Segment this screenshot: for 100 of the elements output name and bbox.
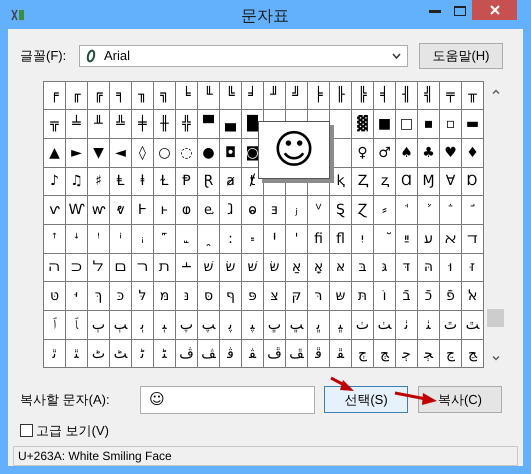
character-cell[interactable]: ꜜ: [66, 224, 87, 253]
character-cell[interactable]: ▲: [44, 138, 65, 167]
character-cell[interactable]: ●: [198, 138, 219, 167]
character-cell[interactable]: ﭰ: [308, 340, 329, 368]
character-cell[interactable]: ╝: [286, 82, 307, 110]
select-button[interactable]: 선택(S): [324, 386, 408, 413]
character-cell[interactable]: ╓: [66, 82, 87, 110]
character-cell[interactable]: ╦: [44, 110, 65, 138]
character-cell[interactable]: שּׁ: [242, 254, 263, 282]
character-cell[interactable]: ꜗ: [396, 196, 417, 224]
character-cell[interactable]: ╠: [352, 82, 373, 110]
character-cell[interactable]: ﭧ: [110, 340, 131, 368]
copy-input-field[interactable]: ☺: [140, 386, 315, 414]
character-cell[interactable]: Ꞌ: [264, 224, 285, 253]
character-cell[interactable]: ףּ: [220, 282, 241, 310]
character-cell[interactable]: ꞈ: [198, 224, 219, 253]
character-cell[interactable]: ﭶ: [440, 340, 461, 368]
character-cell[interactable]: ▬: [462, 110, 483, 138]
character-cell[interactable]: ▼: [88, 138, 109, 167]
character-cell[interactable]: סּ: [198, 282, 219, 310]
character-cell[interactable]: ךּ: [88, 282, 109, 310]
character-cell[interactable]: ▀: [198, 110, 219, 138]
character-cell[interactable]: ╜: [264, 82, 285, 110]
character-cell[interactable]: ﭙ: [242, 311, 263, 339]
character-cell[interactable]: ⱹ: [220, 196, 241, 224]
character-cell[interactable]: ⱺ: [242, 196, 263, 224]
character-cell[interactable]: ■: [374, 110, 395, 138]
character-cell[interactable]: אָ: [308, 254, 329, 282]
character-cell[interactable]: ﭐ: [44, 311, 65, 339]
character-cell[interactable]: ﭓ: [110, 311, 131, 339]
character-cell[interactable]: ►: [66, 138, 87, 167]
character-cell[interactable]: ◄: [110, 138, 131, 167]
character-cell[interactable]: ﭲ: [352, 340, 373, 368]
character-cell[interactable]: אַ: [286, 254, 307, 282]
character-cell[interactable]: ♂: [374, 138, 395, 167]
character-cell[interactable]: ﭗ: [198, 311, 219, 339]
character-cell[interactable]: ﭵ: [418, 340, 439, 368]
character-cell[interactable]: ﭕ: [154, 311, 175, 339]
character-cell[interactable]: ꜠: [154, 224, 175, 253]
character-cell[interactable]: ꜘ: [418, 196, 439, 224]
character-cell[interactable]: הּ: [418, 254, 439, 282]
character-cell[interactable]: ╬: [176, 110, 197, 138]
character-cell[interactable]: ﬢ: [462, 224, 483, 253]
character-cell[interactable]: מּ: [154, 282, 175, 310]
character-cell[interactable]: ﬥ: [88, 254, 109, 282]
character-cell[interactable]: ⱷ: [176, 196, 197, 224]
character-cell[interactable]: ﬦ: [110, 254, 131, 282]
character-cell[interactable]: Ɫ: [154, 168, 175, 196]
character-cell[interactable]: ╞: [308, 82, 329, 110]
character-cell[interactable]: פֿ: [440, 282, 461, 310]
character-cell[interactable]: ♯: [88, 168, 109, 196]
character-cell[interactable]: ﭝ: [330, 311, 351, 339]
character-cell[interactable]: קּ: [286, 282, 307, 310]
character-cell[interactable]: ╣: [418, 82, 439, 110]
character-cell[interactable]: שׂ: [220, 254, 241, 282]
character-cell[interactable]: ꜞ: [110, 224, 131, 253]
copy-button[interactable]: 복사(C): [418, 386, 502, 413]
character-cell[interactable]: ⱼ: [286, 196, 307, 224]
character-cell[interactable]: ꜟ: [132, 224, 153, 253]
character-cell[interactable]: ﭥ: [66, 340, 87, 368]
character-cell[interactable]: ﭷ: [462, 340, 483, 368]
character-cell[interactable]: ꜚ: [462, 196, 483, 224]
character-cell[interactable]: ﭢ: [440, 311, 461, 339]
character-cell[interactable]: ◌: [176, 138, 197, 167]
character-cell[interactable]: Ᵽ: [176, 168, 197, 196]
character-cell[interactable]: ﭱ: [330, 340, 351, 368]
character-cell[interactable]: ╡: [374, 82, 395, 110]
character-cell[interactable]: ╙: [198, 82, 219, 110]
character-cell[interactable]: ⱡ: [132, 168, 153, 196]
character-cell[interactable]: ╫: [154, 110, 175, 138]
character-cell[interactable]: ꞊: [242, 224, 263, 253]
character-cell[interactable]: ﬤ: [66, 254, 87, 282]
character-cell[interactable]: ﭘ: [220, 311, 241, 339]
character-cell[interactable]: ⱽ: [308, 196, 329, 224]
character-cell[interactable]: ◊: [132, 138, 153, 167]
character-cell[interactable]: ﭪ: [176, 340, 197, 368]
character-cell[interactable]: ╘: [176, 82, 197, 110]
character-cell[interactable]: שּׂ: [264, 254, 285, 282]
character-cell[interactable]: כּ: [110, 282, 131, 310]
character-cell[interactable]: ﬨ: [154, 254, 175, 282]
character-cell[interactable]: ꜙ: [440, 196, 461, 224]
character-cell[interactable]: ╔: [88, 82, 109, 110]
character-cell[interactable]: ﭫ: [198, 340, 219, 368]
character-cell[interactable]: צּ: [264, 282, 285, 310]
character-cell[interactable]: יִ: [352, 224, 373, 253]
character-cell[interactable]: ﭑ: [66, 311, 87, 339]
character-cell[interactable]: ○: [154, 138, 175, 167]
character-cell[interactable]: ⱳ: [88, 196, 109, 224]
font-dropdown[interactable]: Arial: [79, 44, 408, 66]
character-cell[interactable]: ╧: [66, 110, 87, 138]
character-cell[interactable]: וּ: [440, 254, 461, 282]
character-cell[interactable]: Ⱡ: [110, 168, 131, 196]
character-cell[interactable]: יּ: [66, 282, 87, 310]
character-cell[interactable]: ╥: [462, 82, 483, 110]
character-cell[interactable]: ﭤ: [44, 340, 65, 368]
character-cell[interactable]: כֿ: [418, 282, 439, 310]
character-cell[interactable]: ﭨ: [132, 340, 153, 368]
character-cell[interactable]: ꞌ: [286, 224, 307, 253]
character-cell[interactable]: ﬣ: [44, 254, 65, 282]
character-cell[interactable]: ╢: [396, 82, 417, 110]
